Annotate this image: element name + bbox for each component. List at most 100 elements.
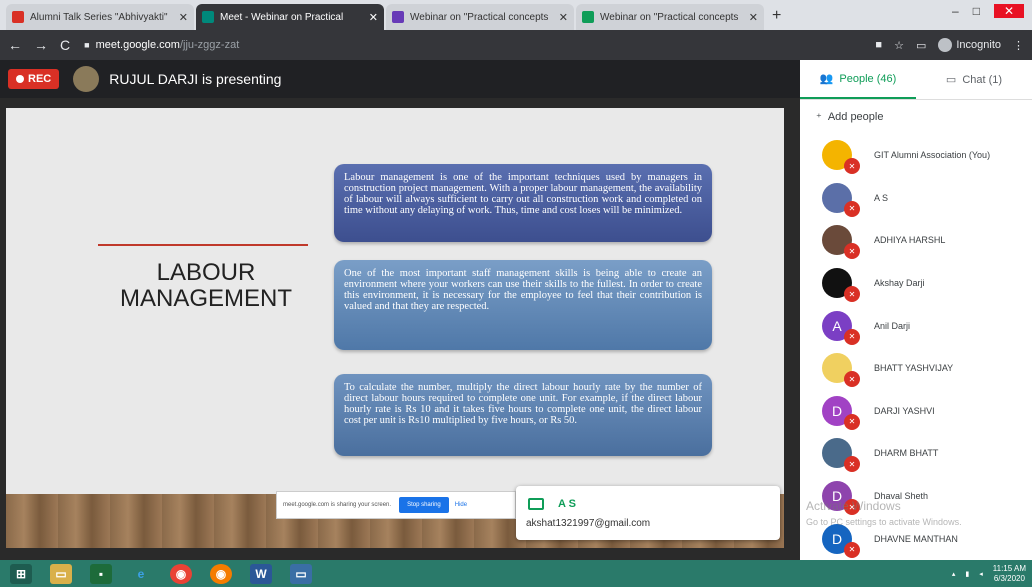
chat-tab-icon: ▭ [945, 74, 957, 86]
mic-muted-icon: ✕ [844, 200, 860, 217]
watermark-line1: Activate Windows [806, 499, 901, 513]
participant-name: Anil Darji [874, 320, 911, 331]
participant-name: Akshay Darji [874, 278, 925, 289]
browser-tab[interactable]: Webinar on "Practical concepts ✕ [386, 4, 574, 30]
participant-row[interactable]: ✕ A S [800, 177, 1032, 220]
file-explorer-icon[interactable]: ▭ [50, 563, 72, 584]
stop-sharing-button[interactable]: Stop sharing [399, 497, 449, 513]
participant-row[interactable]: D ✕ DARJI YASHVI [800, 390, 1032, 433]
address-bar: ← → C ■ meet.google.com /jju-zggz-zat ■ … [0, 30, 1032, 60]
system-tray: ▴ ▮ ◂ 11:15 AM 6/3/2020 [952, 564, 1032, 584]
avatar-initial: A [832, 317, 842, 334]
tab-favicon-icon [12, 11, 24, 23]
window-controls: – □ ✕ [952, 4, 1024, 18]
participant-name: DHARM BHATT [874, 448, 939, 459]
slide-title-line2: MANAGEMENT [119, 285, 292, 312]
url-host: meet.google.com [95, 39, 180, 51]
camera-icon[interactable]: ■ [875, 39, 882, 51]
chat-notification[interactable]: A S akshat1321997@gmail.com [516, 486, 780, 540]
tab-title: Meet - Webinar on Practical [220, 11, 344, 23]
tab-close-icon[interactable]: ✕ [749, 11, 758, 24]
meet-header: REC RUJUL DARJI is presenting [0, 60, 800, 98]
cast-icon[interactable]: ▭ [916, 39, 926, 52]
incognito-indicator[interactable]: Incognito [938, 38, 1001, 52]
back-icon[interactable]: ← [8, 37, 22, 53]
lock-icon: ■ [84, 40, 90, 50]
browser-tab[interactable]: Alumni Talk Series "Abhivyakti" ✕ [6, 4, 194, 30]
participant-avatar: ✕ [822, 268, 860, 303]
tab-close-icon[interactable]: ✕ [179, 11, 188, 24]
hide-button[interactable]: Hide [455, 502, 467, 508]
people-panel: 👥 People (46) ▭ Chat (1) ⁺ Add people ✕ G… [800, 60, 1032, 560]
tab-people[interactable]: 👥 People (46) [800, 60, 916, 99]
participant-avatar: ✕ [822, 353, 860, 388]
browser-tab[interactable]: Meet - Webinar on Practical ✕ [196, 4, 384, 30]
incognito-icon [938, 38, 953, 52]
mic-muted-icon: ✕ [844, 371, 860, 388]
participant-avatar: A ✕ [822, 310, 860, 345]
participant-name: ADHIYA HARSHL [874, 235, 946, 246]
participant-avatar: D ✕ [822, 395, 860, 430]
internet-explorer-icon[interactable]: e [130, 564, 152, 584]
participant-row[interactable]: ✕ DHARM BHATT [800, 432, 1032, 475]
participant-row[interactable]: ✕ Akshay Darji [800, 262, 1032, 305]
clock[interactable]: 11:15 AM 6/3/2020 [993, 564, 1026, 584]
forward-icon[interactable]: → [34, 37, 48, 53]
tab-close-icon[interactable]: ✕ [369, 11, 378, 24]
new-tab-button[interactable]: + [772, 7, 781, 25]
mic-muted-icon: ✕ [844, 456, 860, 473]
add-person-icon: ⁺ [816, 111, 822, 124]
participant-avatar: ✕ [822, 438, 860, 473]
app-icon[interactable]: ▭ [290, 563, 312, 584]
menu-icon[interactable]: ⋮ [1013, 39, 1024, 52]
incognito-label: Incognito [956, 39, 1001, 51]
bookmark-star-icon[interactable]: ☆ [894, 39, 904, 52]
tab-favicon-icon [582, 11, 594, 23]
avatar-initial: D [831, 530, 843, 547]
volume-icon[interactable]: ◂ [979, 570, 983, 578]
firefox-icon[interactable]: ◉ [210, 563, 232, 584]
tab-title: Alumni Talk Series "Abhivyakti" [30, 11, 168, 23]
chat-sender-name: A S [558, 498, 576, 510]
add-people-button[interactable]: ⁺ Add people [800, 100, 1032, 134]
people-list: ✕ GIT Alumni Association (You) ✕ A S ✕ ADHIYA… [800, 134, 1032, 560]
record-dot-icon [16, 75, 24, 83]
url-path: /jju-zggz-zat [179, 39, 240, 51]
slide-title-line1: LABOUR [156, 259, 256, 286]
tab-close-icon[interactable]: ✕ [559, 11, 568, 24]
close-window-button[interactable]: ✕ [993, 4, 1024, 18]
participant-name: DHAVNE MANTHAN [874, 533, 958, 544]
mic-muted-icon: ✕ [844, 541, 860, 558]
store-icon[interactable]: ▪ [90, 563, 112, 584]
participant-row[interactable]: A ✕ Anil Darji [800, 304, 1032, 347]
avatar-initial: D [831, 402, 843, 419]
browser-tab-strip: Alumni Talk Series "Abhivyakti" ✕ Meet - W… [0, 0, 1032, 30]
mic-muted-icon: ✕ [844, 413, 860, 430]
add-people-label: Add people [827, 111, 884, 123]
chrome-icon[interactable]: ◉ [170, 563, 192, 584]
network-icon[interactable]: ▮ [965, 570, 969, 578]
browser-tab[interactable]: Webinar on "Practical concepts ✕ [576, 4, 764, 30]
presenter-avatar [73, 66, 100, 92]
tray-arrow-icon[interactable]: ▴ [952, 570, 956, 578]
maximize-button[interactable]: □ [973, 4, 980, 18]
url-field[interactable]: ■ meet.google.com /jju-zggz-zat [84, 39, 239, 51]
clock-time: 11:15 AM [992, 563, 1026, 573]
windows-taskbar: ⊞ ▭ ▪ e ◉ ◉ W ▭ ▴ ▮ ◂ 11:15 AM 6/3/2020 [0, 560, 1032, 587]
participant-row[interactable]: ✕ GIT Alumni Association (You) [800, 134, 1032, 177]
word-icon[interactable]: W [250, 563, 272, 584]
recording-badge: REC [8, 69, 60, 89]
participant-name: BHATT YASHVIJAY [874, 363, 954, 374]
minimize-button[interactable]: – [952, 4, 959, 18]
tab-title: Webinar on "Practical concepts [410, 11, 549, 23]
start-icon[interactable]: ⊞ [10, 563, 32, 584]
participant-row[interactable]: ✕ ADHIYA HARSHL [800, 219, 1032, 262]
tab-title: Webinar on "Practical concepts [600, 11, 739, 23]
people-tab-label: People (46) [839, 72, 897, 85]
reload-icon[interactable]: C [60, 37, 70, 53]
people-icon: 👥 [819, 73, 834, 85]
participant-row[interactable]: ✕ BHATT YASHVIJAY [800, 347, 1032, 390]
panel-tabs: 👥 People (46) ▭ Chat (1) [800, 60, 1032, 100]
tab-chat[interactable]: ▭ Chat (1) [916, 60, 1032, 99]
shared-slide: LABOUR MANAGEMENT Labour management is o… [6, 108, 784, 548]
